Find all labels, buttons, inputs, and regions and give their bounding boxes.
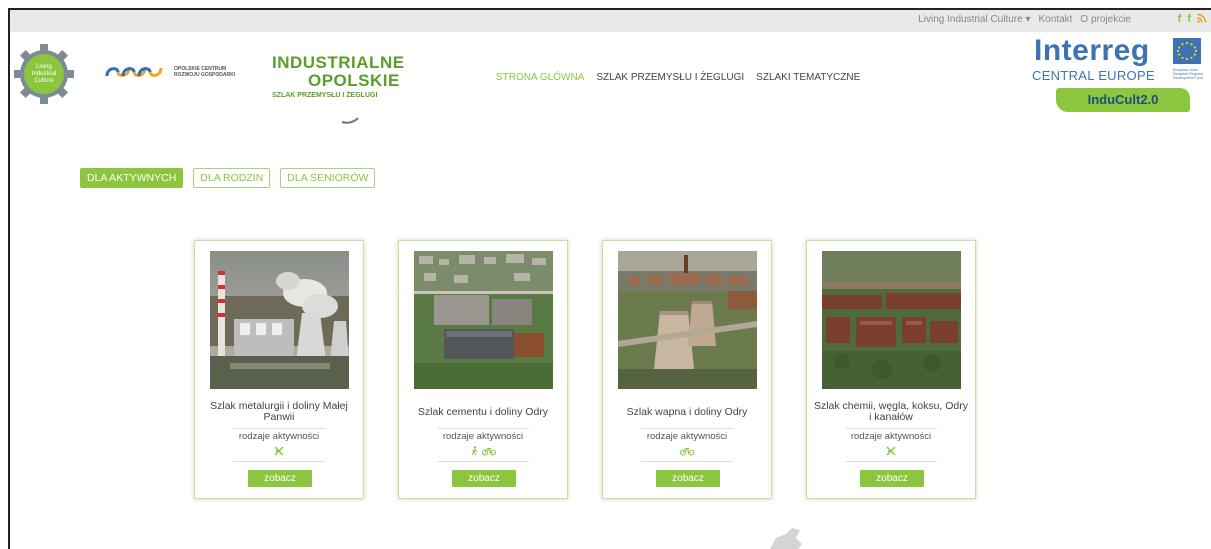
living-industrial-culture-logo[interactable]: Living Industrial Culture [14, 44, 74, 104]
activities-label: rodzaje aktywności [850, 431, 932, 442]
contact-link[interactable]: Kontakt [1039, 14, 1073, 25]
walking-icon [470, 446, 483, 459]
activities-label: rodzaje aktywności [442, 431, 524, 442]
trail-photo-power-plant[interactable] [210, 251, 349, 389]
trail-photo-cement-plant[interactable] [414, 251, 553, 389]
map-fragment [770, 528, 802, 549]
about-link[interactable]: O projekcie [1080, 14, 1131, 25]
trail-title: Szlak chemii, węgla, koksu, Odry i kanał… [813, 400, 969, 423]
trail-card[interactable]: Szlak cementu i doliny Odry rodzaje akty… [398, 240, 568, 499]
central-europe-text: CENTRAL EUROPE [1032, 68, 1155, 83]
activities-label: rodzaje aktywności [238, 431, 320, 442]
industrialne-opolskie-logo[interactable]: INDUSTRIALNE OPOLSKIE SZLAK PRZEMYSŁU I … [272, 53, 405, 100]
trail-photo-chemical-plant[interactable] [822, 251, 961, 389]
divider [233, 428, 325, 429]
activity-icons [399, 446, 567, 459]
social-links: f f [1178, 13, 1207, 26]
see-trail-button[interactable]: zobacz [248, 470, 312, 487]
divider [233, 461, 325, 462]
main-nav: STRONA GŁÓWNA SZLAK PRZEMYSŁU I ŻEGLUGI … [496, 72, 860, 83]
divider [845, 428, 937, 429]
trail-photo-lime-kilns[interactable] [618, 251, 757, 389]
trail-card[interactable]: Szlak metalurgii i doliny Małej Panwii r… [194, 240, 364, 499]
top-links: Living Industrial Culture ▾ Kontakt O pr… [918, 14, 1131, 25]
nav-home[interactable]: STRONA GŁÓWNA [496, 72, 584, 83]
gear-logo-text-2: Industrial [32, 71, 56, 77]
top-bar: Living Industrial Culture ▾ Kontakt O pr… [10, 10, 1211, 32]
divider [641, 461, 733, 462]
canoe-icon [274, 446, 284, 459]
activity-icons [195, 446, 363, 459]
activity-icons [807, 446, 975, 459]
opolskie-word: OPOLSKIE [308, 71, 400, 90]
trail-card[interactable]: Szlak wapna i doliny Odry rodzaje aktywn… [602, 240, 772, 499]
decorative-swash [341, 117, 359, 124]
see-trail-button[interactable]: zobacz [860, 470, 924, 487]
ocrg-symbol-icon [105, 67, 163, 77]
facebook-icon-2[interactable]: f [1187, 13, 1191, 26]
see-trail-button[interactable]: zobacz [452, 470, 516, 487]
filter-seniors[interactable]: DLA SENIORÓW [280, 168, 376, 188]
nav-thematic-trails[interactable]: SZLAKI TEMATYCZNE [756, 72, 860, 83]
trail-title: Szlak wapna i doliny Odry [626, 405, 748, 418]
living-industrial-culture-dropdown[interactable]: Living Industrial Culture ▾ [918, 14, 1030, 25]
rss-icon[interactable] [1197, 13, 1207, 26]
interreg-logo[interactable]: Interreg CENTRAL EUROPE European Union E… [1032, 34, 1211, 116]
activity-icons [603, 446, 771, 459]
divider [437, 461, 529, 462]
eu-flag-icon [1173, 38, 1201, 64]
trail-title: Szlak cementu i doliny Odry [417, 405, 549, 418]
bike-icon [679, 447, 695, 459]
activities-label: rodzaje aktywności [646, 431, 728, 442]
ocrg-text: OPOLSKIE CENTRUM ROZWOJU GOSPODARKI [174, 66, 235, 78]
trail-title: Szlak metalurgii i doliny Małej Panwii [210, 400, 348, 423]
divider [641, 428, 733, 429]
divider [437, 428, 529, 429]
interreg-word: Interreg [1034, 34, 1150, 67]
see-trail-button[interactable]: zobacz [656, 470, 720, 487]
industrialne-subtitle: SZLAK PRZEMYSŁU I ŻEGLUGI [272, 92, 378, 99]
divider [845, 461, 937, 462]
filter-families[interactable]: DLA RODZIN [193, 168, 271, 188]
canoe-icon [886, 446, 896, 459]
inducult-badge: InduCult2.0 [1056, 88, 1190, 112]
erdf-text: European Union European Regional Develop… [1173, 68, 1203, 80]
ocrg-logo[interactable]: OPOLSKIE CENTRUM ROZWOJU GOSPODARKI [104, 64, 235, 80]
industrialne-word: INDUSTRIALNE [272, 53, 405, 72]
filter-active-people[interactable]: DLA AKTYWNYCH [80, 168, 184, 188]
bike-icon [482, 447, 497, 459]
trail-card[interactable]: Szlak chemii, węgla, koksu, Odry i kanał… [806, 240, 976, 499]
gear-logo-text-3: Culture [34, 78, 54, 84]
facebook-icon[interactable]: f [1178, 13, 1182, 26]
audience-filters: DLA AKTYWNYCH DLA RODZIN DLA SENIORÓW [80, 168, 376, 188]
nav-trail[interactable]: SZLAK PRZEMYSŁU I ŻEGLUGI [596, 72, 744, 83]
ocrg-line-2: ROZWOJU GOSPODARKI [174, 72, 236, 78]
gear-logo-text-1: Living [36, 64, 52, 70]
